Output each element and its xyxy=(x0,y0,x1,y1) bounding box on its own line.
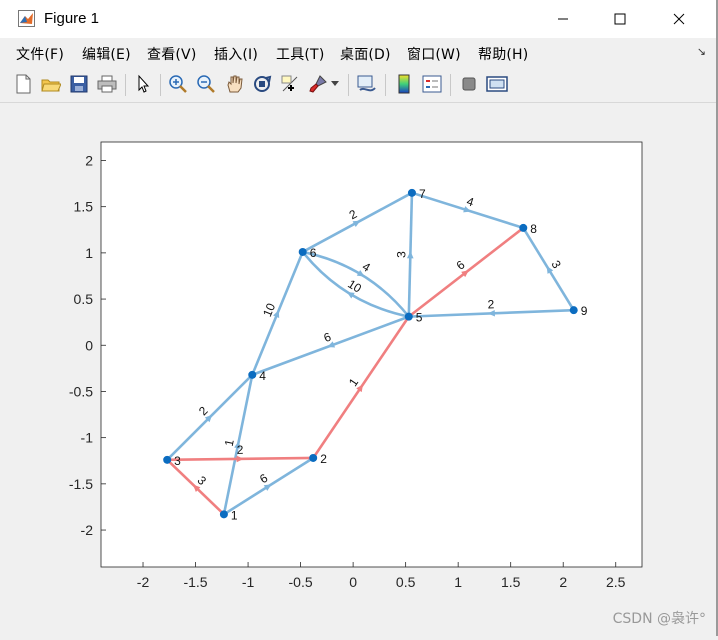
brush-dropdown-icon[interactable] xyxy=(329,72,341,96)
y-tick-label: 0.5 xyxy=(74,291,94,307)
menu-view[interactable]: 查看(V) xyxy=(147,44,197,64)
maximize-icon xyxy=(614,13,626,25)
close-icon xyxy=(673,13,685,25)
watermark: CSDN @袅许° xyxy=(612,611,706,627)
figure-canvas: 6 3 1 2 2 1 10 6 2 4 10 3 6 4 2 3 123456789 -2 -1.5 -1 -0.… xyxy=(0,103,718,636)
maximize-button[interactable] xyxy=(597,0,643,38)
x-tick-label: 2 xyxy=(559,574,567,590)
show-plot-tools-icon[interactable] xyxy=(486,72,508,96)
open-icon[interactable] xyxy=(40,72,62,96)
menu-help[interactable]: 帮助(H) xyxy=(478,44,528,64)
graph-node[interactable] xyxy=(298,247,307,256)
zoom-in-icon[interactable] xyxy=(167,72,189,96)
graph-node[interactable] xyxy=(163,455,172,464)
x-tick-label: -1.5 xyxy=(183,574,207,590)
toolbar-separator xyxy=(450,74,451,96)
zoom-out-icon[interactable] xyxy=(195,72,217,96)
node-label: 3 xyxy=(174,454,181,468)
x-tick-label: 0.5 xyxy=(396,574,416,590)
toolbar-separator xyxy=(348,74,349,96)
y-tick-label: -1 xyxy=(81,430,94,446)
menu-file[interactable]: 文件(F) xyxy=(16,44,64,64)
y-tick-label: 0 xyxy=(85,337,93,353)
legend-icon[interactable] xyxy=(421,72,443,96)
y-tick-label: -0.5 xyxy=(69,383,93,399)
window-title: Figure 1 xyxy=(44,10,100,27)
node-label: 1 xyxy=(231,508,238,522)
new-figure-icon[interactable] xyxy=(12,72,34,96)
x-tick-label: -2 xyxy=(137,574,150,590)
edge-weight-label: 3 xyxy=(394,251,408,258)
toolbar-separator xyxy=(385,74,386,96)
rotate-3d-icon[interactable] xyxy=(251,72,273,96)
menu-dock-arrow-icon[interactable]: ↘ xyxy=(697,45,706,58)
hide-plot-tools-icon[interactable] xyxy=(458,72,480,96)
toolbar-separator xyxy=(160,74,161,96)
minimize-button[interactable] xyxy=(540,0,586,38)
print-icon[interactable] xyxy=(96,72,118,96)
node-label: 5 xyxy=(416,311,423,325)
menu-insert[interactable]: 插入(I) xyxy=(214,44,258,64)
node-label: 7 xyxy=(419,187,426,201)
menu-bar: 文件(F) 编辑(E) 查看(V) 插入(I) 工具(T) 桌面(D) 窗口(W… xyxy=(0,38,718,68)
close-button[interactable] xyxy=(656,0,702,38)
graph-plot[interactable]: 631221106241036423 123456789 -2 -1.5 -1 -0.… xyxy=(0,103,718,636)
colorbar-icon[interactable] xyxy=(393,72,415,96)
graph-node[interactable] xyxy=(569,306,578,315)
x-tick-label: 0 xyxy=(349,574,357,590)
minimize-icon xyxy=(558,18,568,20)
graph-node[interactable] xyxy=(309,453,318,462)
matlab-logo-icon xyxy=(18,10,35,27)
node-label: 8 xyxy=(530,222,537,236)
edge-weight-label: 2 xyxy=(487,297,495,311)
menu-window[interactable]: 窗口(W) xyxy=(407,44,461,64)
y-tick-label: 2 xyxy=(85,152,93,168)
node-label: 9 xyxy=(581,304,588,318)
y-tick-label: -1.5 xyxy=(69,476,93,492)
brush-icon[interactable] xyxy=(307,72,329,96)
toolbar xyxy=(0,68,718,103)
node-label: 4 xyxy=(259,369,266,383)
x-tick-label: 1.5 xyxy=(501,574,521,590)
graph-node[interactable] xyxy=(404,312,413,321)
data-cursor-icon[interactable] xyxy=(279,72,301,96)
x-tick-label: 2.5 xyxy=(606,574,626,590)
y-tick-label: 1 xyxy=(85,245,93,261)
x-tick-label: -1 xyxy=(242,574,255,590)
x-tick-label: 1 xyxy=(454,574,462,590)
toolbar-separator xyxy=(125,74,126,96)
edge-weight-label: 2 xyxy=(237,443,244,457)
link-plot-icon[interactable] xyxy=(356,72,378,96)
menu-tools[interactable]: 工具(T) xyxy=(276,44,324,64)
node-label: 2 xyxy=(320,452,327,466)
graph-node[interactable] xyxy=(519,223,528,232)
title-bar: Figure 1 xyxy=(0,0,718,38)
y-tick-label: -2 xyxy=(81,522,94,538)
axes-background xyxy=(100,141,643,568)
graph-node[interactable] xyxy=(248,370,257,379)
y-tick-label: 1.5 xyxy=(74,199,94,215)
graph-node[interactable] xyxy=(219,510,228,519)
save-icon[interactable] xyxy=(68,72,90,96)
pointer-icon[interactable] xyxy=(132,72,154,96)
menu-edit[interactable]: 编辑(E) xyxy=(82,44,131,64)
menu-desktop[interactable]: 桌面(D) xyxy=(340,44,391,64)
node-label: 6 xyxy=(310,246,317,260)
pan-icon[interactable] xyxy=(223,72,245,96)
graph-node[interactable] xyxy=(407,188,416,197)
x-tick-label: -0.5 xyxy=(289,574,313,590)
